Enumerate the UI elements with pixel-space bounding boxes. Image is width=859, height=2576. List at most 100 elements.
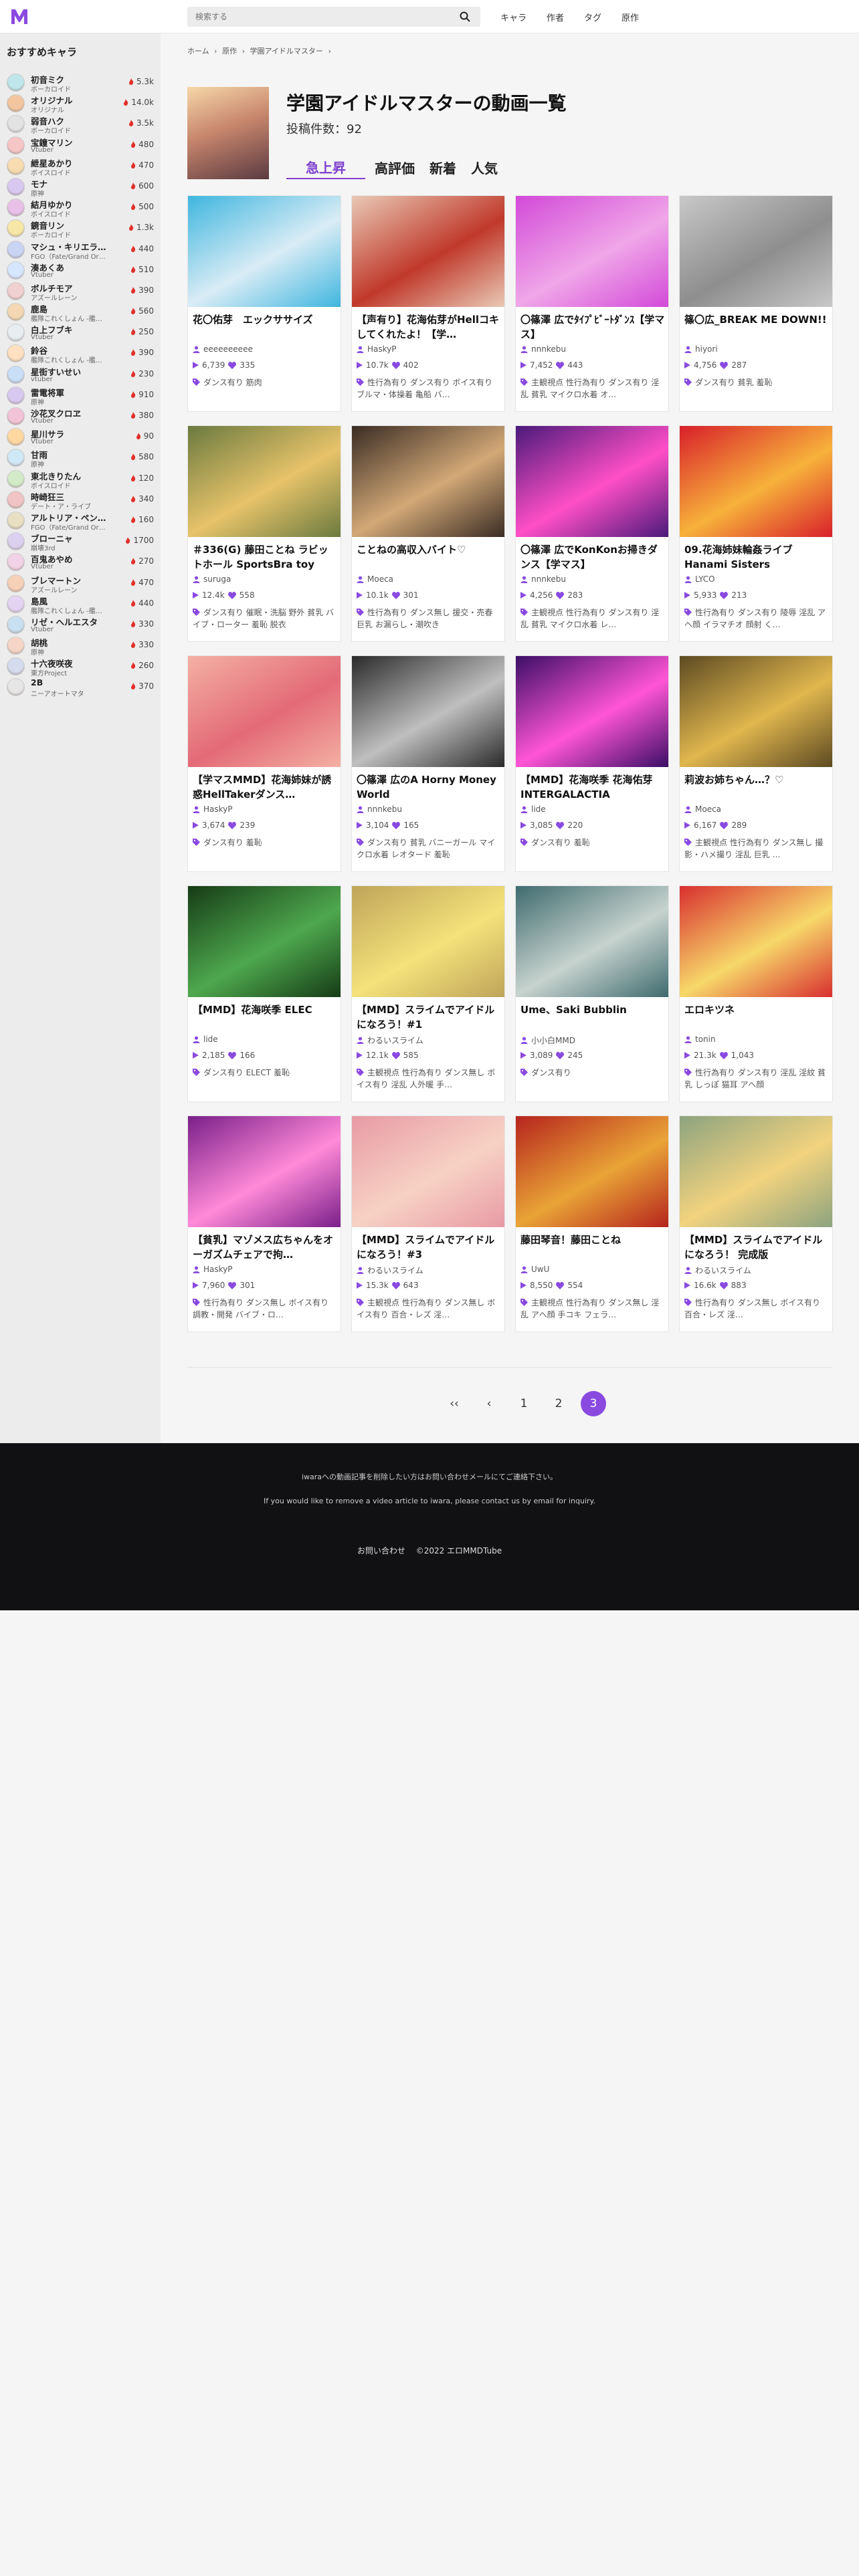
sidebar-item[interactable]: 宝鐘マリン Vtuber 480 — [0, 134, 161, 154]
video-title[interactable]: ことねの高収入バイト♡ — [357, 542, 501, 572]
sidebar-item[interactable]: 時崎狂三 デート・ア・ライブ 340 — [0, 488, 161, 511]
sidebar-item[interactable]: 鈴谷 艦隊これくしょん -艦… 390 — [0, 342, 161, 364]
tab-trending[interactable]: 急上昇 — [286, 155, 365, 179]
video-author[interactable]: Moeca — [684, 804, 721, 814]
page-first-button[interactable]: ‹‹ — [442, 1391, 467, 1416]
video-card[interactable]: 【MMD】花海咲季 花海佑芽 INTERGALACTIA lide 3,085 220… — [515, 655, 669, 872]
video-tags[interactable]: ダンス有り 筋肉 — [193, 377, 337, 401]
nav-item-chara[interactable]: キャラ — [500, 11, 527, 24]
video-thumbnail[interactable] — [516, 196, 668, 307]
video-thumbnail[interactable] — [516, 656, 668, 767]
video-author[interactable]: lide — [193, 1035, 218, 1044]
search-button[interactable] — [451, 7, 480, 27]
video-tags[interactable]: ダンス有り — [520, 1067, 665, 1091]
video-tags[interactable]: ダンス有り ELECT 羞恥 — [193, 1067, 337, 1091]
sidebar-item[interactable]: 星川サラ Vtuber 90 — [0, 425, 161, 447]
video-tags[interactable]: 性行為有り ダンス有り ボイス有り ブルマ・体操着 亀船 バ… — [357, 377, 501, 401]
sidebar-item[interactable]: 紲星あかり ボイスロイド 470 — [0, 154, 161, 177]
video-thumbnail[interactable] — [352, 886, 504, 997]
tab-newest[interactable]: 新着 — [424, 155, 462, 179]
video-tags[interactable]: 主観視点 性行為有り ダンス無し ボイス有り 百合・レズ 淫… — [357, 1297, 501, 1321]
video-card[interactable]: 【MMD】花海咲季 ELEC lide 2,185 166 ダンス有り ELECT 羞恥 — [187, 885, 341, 1102]
sidebar-item[interactable]: 星街すいせい vtuber 230 — [0, 363, 161, 384]
video-author[interactable]: HaskyP — [357, 344, 397, 354]
page-button-1[interactable]: 1 — [511, 1391, 537, 1416]
sidebar-item[interactable]: 十六夜咲夜 東方Project 260 — [0, 655, 161, 677]
sidebar-item[interactable]: 東北きりたん ボイスロイド 120 — [0, 467, 161, 490]
video-title[interactable]: Ume、Saki Bubblin — [520, 1002, 665, 1032]
sidebar-item[interactable]: ブレマートン アズールレーン 470 — [0, 572, 161, 595]
sidebar-item[interactable]: 胡桃 原神 330 — [0, 634, 161, 657]
video-title[interactable]: 篠〇広_BREAK ME DOWN!! — [684, 312, 829, 342]
video-card[interactable]: 花〇佑芽 エックササイズ eeeeeeeeee 6,739 335 ダンス有り 筋肉 — [187, 195, 341, 412]
nav-item-tag[interactable]: タグ — [584, 11, 601, 24]
tab-popular[interactable]: 人気 — [466, 155, 503, 179]
video-thumbnail[interactable] — [680, 886, 832, 997]
page-button-2[interactable]: 2 — [546, 1391, 571, 1416]
video-author[interactable]: nnnkebu — [520, 574, 566, 584]
video-card[interactable]: ＃336(G) 藤田ことね ラビットホール SportsBra toy surug… — [187, 425, 341, 642]
video-tags[interactable]: 性行為有り ダンス無し 援交・売春 巨乳 お漏らし・潮吹き — [357, 607, 501, 631]
video-title[interactable]: 藤田琴音！藤田ことね — [520, 1232, 665, 1262]
video-tags[interactable]: ダンス有り 貧乳 バニーガール マイクロ水着 レオタード 羞恥 — [357, 837, 501, 861]
video-card[interactable]: 【学マスMMD】花海姉妹が誘惑HellTakerダンス… HaskyP 3,674 2… — [187, 655, 341, 872]
video-title[interactable]: 【声有り】花海佑芽がHellコキしてくれたよ！【学… — [357, 312, 501, 342]
video-tags[interactable]: 性行為有り ダンス有り 淫乱 淫紋 貧乳 しっぽ 猫耳 アヘ顔 — [684, 1067, 829, 1091]
video-author[interactable]: hiyori — [684, 344, 718, 354]
video-thumbnail[interactable] — [680, 1116, 832, 1227]
video-thumbnail[interactable] — [188, 196, 341, 307]
sidebar-item[interactable]: 雷電将軍 原神 910 — [0, 384, 161, 407]
page-button-3-active[interactable]: 3 — [581, 1391, 606, 1416]
video-author[interactable]: nnnkebu — [520, 344, 566, 354]
video-card[interactable]: 藤田琴音！藤田ことね UwU 8,550 554 主観視点 性行為有り ダンス無し 淫乱… — [515, 1115, 669, 1332]
video-card[interactable]: 【MMD】スライムでアイドルになろう！#3 わるいスライム 15.3k 643 主観視点… — [351, 1115, 505, 1332]
video-author[interactable]: eeeeeeeeee — [193, 344, 253, 354]
sidebar-item[interactable]: マシュ・キリエラ… FGO（Fate/Grand Or… 440 — [0, 238, 161, 261]
sidebar-item[interactable]: 2B ニーアオートマタ 370 — [0, 675, 161, 698]
breadcrumb-original[interactable]: 原作 — [222, 47, 237, 56]
sidebar-item[interactable]: モナ 原神 600 — [0, 175, 161, 198]
sidebar-item[interactable]: 百鬼あやめ Vtuber 270 — [0, 550, 161, 572]
video-title[interactable]: 〇篠澤 広のA Horny Money World — [357, 772, 501, 802]
video-thumbnail[interactable] — [352, 1116, 504, 1227]
video-tags[interactable]: 主観視点 性行為有り ダンス有り 淫乱 貧乳 マイクロ水着 レ… — [520, 607, 665, 631]
video-thumbnail[interactable] — [516, 1116, 668, 1227]
video-card[interactable]: エロキツネ tonin 21.3k 1,043 性行為有り ダンス有り 淫乱 淫紋 貧乳… — [679, 885, 833, 1102]
video-card[interactable]: 【MMD】スライムでアイドルになろう！ 完成版 わるいスライム 16.6k 883 性行… — [679, 1115, 833, 1332]
video-title[interactable]: エロキツネ — [684, 1002, 829, 1032]
video-title[interactable]: 【学マスMMD】花海姉妹が誘惑HellTakerダンス… — [193, 772, 337, 802]
video-tags[interactable]: ダンス有り 催眠・洗脳 野外 貧乳 バイブ・ローター 羞恥 脱衣 — [193, 607, 337, 631]
sidebar-item[interactable]: 湊あくあ Vtuber 510 — [0, 259, 161, 280]
video-card[interactable]: 篠〇広_BREAK ME DOWN!! hiyori 4,756 287 ダンス有り 貧… — [679, 195, 833, 412]
video-author[interactable]: 小小白MMD — [520, 1035, 575, 1046]
video-thumbnail[interactable] — [352, 426, 504, 537]
sidebar-item[interactable]: リゼ・ヘルエスタ Vtuber 330 — [0, 613, 161, 634]
video-title[interactable]: 【MMD】花海咲季 花海佑芽 INTERGALACTIA — [520, 772, 665, 802]
video-author[interactable]: suruga — [193, 574, 231, 584]
video-title[interactable]: 花〇佑芽 エックササイズ — [193, 312, 337, 342]
video-author[interactable]: わるいスライム — [357, 1265, 423, 1276]
video-author[interactable]: HaskyP — [193, 1265, 233, 1274]
video-tags[interactable]: 性行為有り ダンス無し ボイス有り 調教・開発 バイブ・ロ… — [193, 1297, 337, 1321]
video-card[interactable]: 〇篠澤 広でKonKonお掃きダンス【学マス】 nnnkebu 4,256 283 主観… — [515, 425, 669, 642]
video-card[interactable]: 〇篠澤 広のA Horny Money World nnnkebu 3,104 165… — [351, 655, 505, 872]
tab-top-rated[interactable]: 高評価 — [369, 155, 420, 179]
sidebar-item[interactable]: 沙花叉クロヱ Vtuber 380 — [0, 405, 161, 425]
video-card[interactable]: 〇篠澤 広でﾀｲﾌﾟﾋﾞｰﾄﾀﾞﾝｽ【学マス】 nnnkebu 7,452 443 主観… — [515, 195, 669, 412]
sidebar-item[interactable]: 甘雨 原神 580 — [0, 446, 161, 469]
sidebar-item[interactable]: 白上フブキ Vtuber 250 — [0, 321, 161, 342]
sidebar-item[interactable]: オリジナル オリジナル 14.0k — [0, 92, 161, 114]
video-title[interactable]: 莉波お姉ちゃん…？♡ — [684, 772, 829, 802]
video-tags[interactable]: 性行為有り ダンス有り 陵辱 淫乱 アヘ顔 イラマチオ 顔射 く… — [684, 607, 829, 631]
video-title[interactable]: 【MMD】スライムでアイドルになろう！ 完成版 — [684, 1232, 829, 1262]
video-tags[interactable]: 主観視点 性行為有り ダンス無し ボイス有り 淫乱 人外暖 手… — [357, 1067, 501, 1091]
video-thumbnail[interactable] — [188, 656, 341, 767]
video-tags[interactable]: ダンス有り 貧乳 羞恥 — [684, 377, 829, 401]
video-title[interactable]: ＃336(G) 藤田ことね ラビットホール SportsBra toy — [193, 542, 337, 572]
sidebar-item[interactable]: 島風 艦隊これくしょん -艦… 440 — [0, 593, 161, 615]
video-author[interactable]: HaskyP — [193, 804, 233, 814]
video-author[interactable]: UwU — [520, 1265, 549, 1274]
footer-contact-link[interactable]: お問い合わせ — [357, 1546, 405, 1555]
video-card[interactable]: 【声有り】花海佑芽がHellコキしてくれたよ！【学… HaskyP 10.7k 402… — [351, 195, 505, 412]
video-author[interactable]: tonin — [684, 1035, 716, 1044]
